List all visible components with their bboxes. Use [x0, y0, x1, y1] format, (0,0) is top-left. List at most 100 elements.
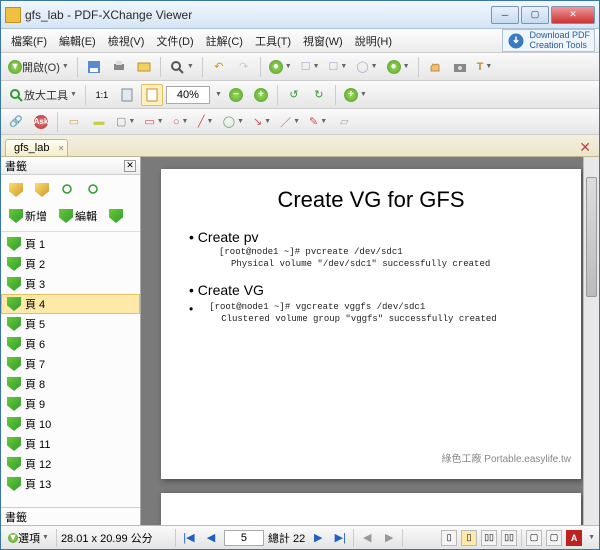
- bm-delete-button[interactable]: [105, 205, 127, 227]
- redo-button[interactable]: ↷: [233, 56, 255, 78]
- bookmark-item-selected[interactable]: 頁 4: [1, 294, 140, 314]
- page-viewport[interactable]: Create VG for GFS • Create pv [root@node…: [141, 157, 599, 525]
- select-tool-button[interactable]: T▼: [474, 56, 496, 78]
- bookmark-item[interactable]: 頁 9: [1, 394, 140, 414]
- ask-button[interactable]: Ask: [30, 111, 52, 133]
- bm-zoomout-button[interactable]: [83, 179, 105, 201]
- menu-tools[interactable]: 工具(T): [249, 31, 297, 51]
- panel-close-button[interactable]: ✕: [124, 160, 136, 172]
- bookmark-item[interactable]: 頁 13: [1, 474, 140, 494]
- menu-file[interactable]: 檔案(F): [5, 31, 53, 51]
- add-button[interactable]: +▼: [341, 84, 370, 106]
- shape-tool-c[interactable]: ╱▼: [195, 111, 217, 133]
- layout-cont-button[interactable]: ▯: [461, 530, 477, 546]
- bookmark-item[interactable]: 頁 11: [1, 434, 140, 454]
- bm-zoomin-button[interactable]: [57, 179, 79, 201]
- note-tool[interactable]: ▭: [63, 111, 85, 133]
- zoom-in-button[interactable]: +: [250, 84, 272, 106]
- code-line: [root@node1 ~]# vgcreate vggfs /dev/sdc1: [209, 302, 496, 314]
- menu-edit[interactable]: 編輯(E): [53, 31, 102, 51]
- line-tool[interactable]: ／▼: [277, 111, 303, 133]
- eraser-tool[interactable]: ▱: [333, 111, 355, 133]
- menu-view[interactable]: 檢視(V): [102, 31, 151, 51]
- hand-tool-button[interactable]: [424, 56, 446, 78]
- open-button[interactable]: ▾開啟(O)▼: [5, 56, 72, 78]
- tool-c[interactable]: ☐▼: [326, 56, 351, 78]
- close-doc-button[interactable]: ✕: [575, 139, 595, 156]
- layout-single-button[interactable]: ▯: [441, 530, 457, 546]
- bm-collapse-button[interactable]: [31, 179, 53, 201]
- download-pdf-tools-button[interactable]: Download PDFCreation Tools: [502, 29, 595, 53]
- bookmark-item[interactable]: 頁 2: [1, 254, 140, 274]
- bookmark-item[interactable]: 頁 12: [1, 454, 140, 474]
- toolbar-zoom: 放大工具▼ 1:1 ▼ − + ↺ ↻ +▼: [1, 81, 599, 109]
- rotate-ccw-button[interactable]: ↺: [283, 84, 305, 106]
- menu-window[interactable]: 視窗(W): [297, 31, 349, 51]
- tool-d[interactable]: ◯▼: [353, 56, 380, 78]
- magnifier-icon: [8, 87, 24, 103]
- close-button[interactable]: ✕: [551, 6, 595, 24]
- document-tab[interactable]: gfs_lab✕: [5, 139, 68, 156]
- shape-tool-b[interactable]: ○▼: [170, 111, 192, 133]
- find-button[interactable]: ▼: [166, 56, 197, 78]
- shape-tool-d[interactable]: ◯▼: [220, 111, 247, 133]
- snapshot-button[interactable]: [449, 56, 471, 78]
- menu-help[interactable]: 說明(H): [349, 31, 398, 51]
- statusbar: ▾選項▼ 28.01 x 20.99 公分 |◀ ◀ 總計 22 ▶ ▶| ◀ …: [1, 525, 599, 549]
- page-number-input[interactable]: [224, 530, 264, 546]
- layout-facing-button[interactable]: ▯▯: [481, 530, 497, 546]
- app-window: gfs_lab - PDF-XChange Viewer ─ ▢ ✕ 檔案(F)…: [0, 0, 600, 550]
- fit-page-button[interactable]: [116, 84, 138, 106]
- bookmark-item[interactable]: 頁 1: [1, 234, 140, 254]
- zoom-input[interactable]: [166, 86, 210, 104]
- stamp-tool[interactable]: ▢▼: [113, 111, 138, 133]
- last-page-button[interactable]: ▶|: [331, 529, 349, 547]
- bookmark-item[interactable]: 頁 5: [1, 314, 140, 334]
- sidebar-footer-tab[interactable]: 書籤: [1, 507, 140, 525]
- bookmark-item[interactable]: 頁 3: [1, 274, 140, 294]
- arrow-tool[interactable]: ↘▼: [250, 111, 274, 133]
- zoom-out-button[interactable]: −: [225, 84, 247, 106]
- next-page-button[interactable]: ▶: [309, 529, 327, 547]
- pencil-tool[interactable]: ✎▼: [306, 111, 330, 133]
- first-page-button[interactable]: |◀: [180, 529, 198, 547]
- prev-page-button[interactable]: ◀: [202, 529, 220, 547]
- tool-a[interactable]: ●▼: [266, 56, 295, 78]
- nav-back-button[interactable]: ◀: [358, 529, 376, 547]
- menu-document[interactable]: 文件(D): [150, 31, 199, 51]
- layout-facing-cont-button[interactable]: ▯▯: [501, 530, 517, 546]
- bm-expand-button[interactable]: [5, 179, 27, 201]
- bookmark-item[interactable]: 頁 8: [1, 374, 140, 394]
- bookmark-item[interactable]: 頁 6: [1, 334, 140, 354]
- vertical-scrollbar[interactable]: [583, 157, 599, 525]
- slide-heading: Create VG for GFS: [189, 187, 553, 213]
- tool-b[interactable]: ☐▼: [298, 56, 323, 78]
- tool-e[interactable]: ●▼: [384, 56, 413, 78]
- rotate-cw-button[interactable]: ↻: [308, 84, 330, 106]
- nav-fwd-button[interactable]: ▶: [380, 529, 398, 547]
- tab-close-icon[interactable]: ✕: [58, 144, 65, 153]
- maximize-button[interactable]: ▢: [521, 6, 549, 24]
- zoom-tool-button[interactable]: 放大工具▼: [5, 84, 80, 106]
- menu-comments[interactable]: 註解(C): [200, 31, 249, 51]
- adobe-icon[interactable]: A: [566, 530, 582, 546]
- bookmark-item[interactable]: 頁 10: [1, 414, 140, 434]
- bm-edit-button[interactable]: 編輯: [55, 205, 101, 227]
- minimize-button[interactable]: ─: [491, 6, 519, 24]
- scrollbar-thumb[interactable]: [586, 177, 597, 297]
- hand-icon: [427, 59, 443, 75]
- fit-width-button[interactable]: [141, 84, 163, 106]
- bm-new-button[interactable]: 新增: [5, 205, 51, 227]
- actual-size-button[interactable]: 1:1: [91, 84, 113, 106]
- undo-button[interactable]: ↶: [208, 56, 230, 78]
- save-button[interactable]: [83, 56, 105, 78]
- email-button[interactable]: [133, 56, 155, 78]
- shape-tool-a[interactable]: ▭▼: [141, 111, 166, 133]
- view-b-button[interactable]: ▢: [546, 530, 562, 546]
- view-a-button[interactable]: ▢: [526, 530, 542, 546]
- options-button[interactable]: ▾選項▼: [5, 527, 52, 549]
- highlight-tool[interactable]: ▬: [88, 111, 110, 133]
- print-button[interactable]: [108, 56, 130, 78]
- bookmark-item[interactable]: 頁 7: [1, 354, 140, 374]
- link-tool-button[interactable]: 🔗: [5, 111, 27, 133]
